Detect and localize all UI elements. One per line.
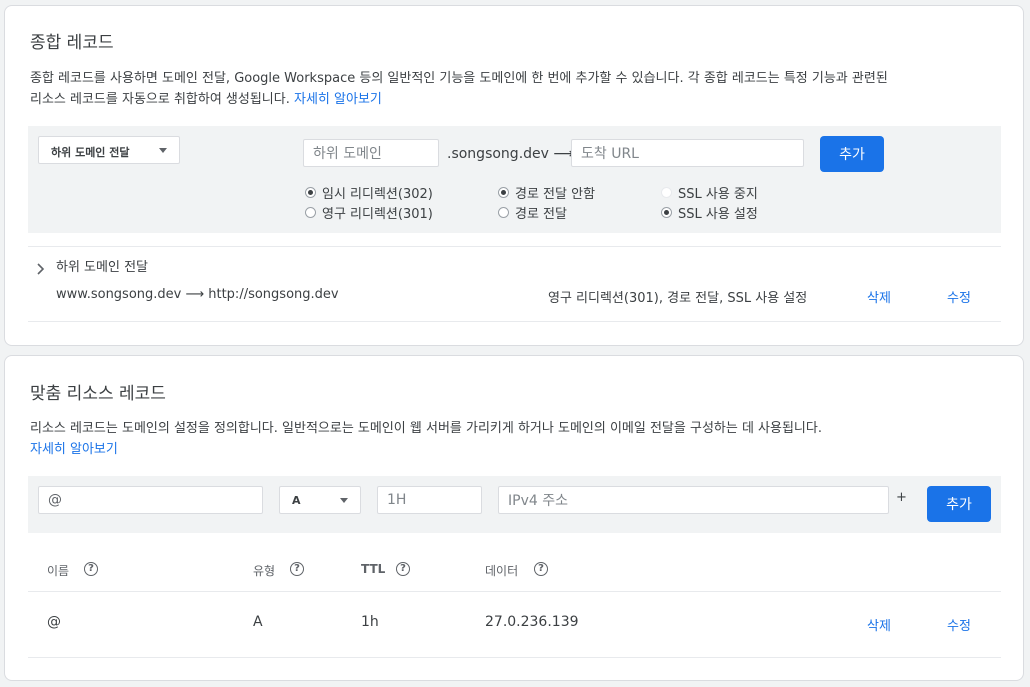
learn-more-link[interactable]: 자세히 알아보기 bbox=[294, 92, 382, 107]
record-name-input[interactable]: @ bbox=[38, 486, 263, 514]
help-icon[interactable]: ? bbox=[290, 562, 304, 576]
help-icon[interactable]: ? bbox=[396, 562, 410, 576]
radio-button[interactable] bbox=[661, 207, 672, 218]
column-header-ttl: TTL bbox=[361, 562, 386, 576]
delete-button[interactable]: 삭제 bbox=[867, 287, 891, 306]
learn-more-link[interactable]: 자세히 알아보기 bbox=[30, 442, 118, 457]
record-type-select-value: A bbox=[292, 494, 301, 507]
domain-suffix: .songsong.dev ⟶ bbox=[447, 146, 574, 162]
plus-icon[interactable]: + bbox=[896, 490, 907, 505]
record-type-select[interactable]: A bbox=[279, 486, 361, 514]
subdomain-input[interactable]: 하위 도메인 bbox=[303, 139, 439, 167]
edit-button[interactable]: 수정 bbox=[947, 287, 971, 306]
synthetic-records-description: 종합 레코드를 사용하면 도메인 전달, Google Workspace 등의… bbox=[30, 68, 1010, 110]
radio-temporary-redirect[interactable]: 임시 리디렉션(302) bbox=[305, 183, 433, 202]
synthetic-record-form: 하위 도메인 전달 하위 도메인 .songsong.dev ⟶ 도착 URL … bbox=[28, 126, 1001, 233]
radio-label: SSL 사용 중지 bbox=[678, 187, 758, 202]
data-input[interactable]: IPv4 주소 bbox=[498, 486, 889, 514]
divider bbox=[28, 657, 1001, 658]
radio-button[interactable] bbox=[498, 187, 509, 198]
radio-no-path-forward[interactable]: 경로 전달 안함 bbox=[498, 183, 595, 202]
synthetic-records-card: 종합 레코드 종합 레코드를 사용하면 도메인 전달, Google Works… bbox=[4, 5, 1024, 346]
destination-url-input[interactable]: 도착 URL bbox=[571, 139, 804, 167]
record-type-select[interactable]: 하위 도메인 전달 bbox=[38, 136, 180, 164]
radio-label: 영구 리디렉션(301) bbox=[322, 207, 433, 222]
cell-data: 27.0.236.139 bbox=[485, 614, 579, 630]
add-synthetic-record-button[interactable]: 추가 bbox=[820, 136, 884, 172]
description-line-2: 리소스 레코드를 자동으로 취합하여 생성됩니다. bbox=[30, 92, 290, 107]
radio-label: SSL 사용 설정 bbox=[678, 207, 758, 222]
custom-records-title: 맞춤 리소스 레코드 bbox=[30, 384, 166, 404]
custom-record-form: @ A 1H IPv4 주소 + 추가 bbox=[28, 476, 1001, 533]
add-custom-record-button[interactable]: 추가 bbox=[927, 486, 991, 522]
synthetic-records-title: 종합 레코드 bbox=[30, 33, 114, 53]
ttl-input[interactable]: 1H bbox=[377, 486, 482, 514]
radio-button[interactable] bbox=[305, 187, 316, 198]
divider bbox=[28, 246, 1001, 247]
column-header-name: 이름 bbox=[47, 564, 70, 578]
help-icon[interactable]: ? bbox=[534, 562, 548, 576]
radio-ssl-disabled[interactable]: SSL 사용 중지 bbox=[661, 183, 758, 202]
radio-button[interactable] bbox=[498, 207, 509, 218]
radio-label: 경로 전달 bbox=[515, 207, 567, 222]
column-header-data: 데이터 bbox=[485, 564, 519, 578]
chevron-right-icon[interactable] bbox=[36, 260, 46, 279]
record-mapping: www.songsong.dev ⟶ http://songsong.dev bbox=[56, 287, 339, 302]
radio-ssl-enabled[interactable]: SSL 사용 설정 bbox=[661, 203, 758, 222]
radio-label: 경로 전달 안함 bbox=[515, 187, 596, 202]
cell-name: @ bbox=[47, 614, 61, 630]
radio-button[interactable] bbox=[661, 187, 672, 198]
cell-ttl: 1h bbox=[361, 614, 379, 630]
edit-button[interactable]: 수정 bbox=[947, 615, 971, 634]
radio-button[interactable] bbox=[305, 207, 316, 218]
delete-button[interactable]: 삭제 bbox=[867, 615, 891, 634]
column-header-type: 유형 bbox=[253, 564, 276, 578]
description-line-1: 리소스 레코드는 도메인의 설정을 정의합니다. 일반적으로는 도메인이 웹 서… bbox=[30, 421, 822, 436]
help-icon[interactable]: ? bbox=[84, 562, 98, 576]
description-line-1: 종합 레코드를 사용하면 도메인 전달, Google Workspace 등의… bbox=[30, 71, 888, 86]
radio-label: 임시 리디렉션(302) bbox=[322, 187, 433, 202]
divider bbox=[28, 591, 1001, 592]
cell-type: A bbox=[253, 614, 263, 630]
record-type-select-value: 하위 도메인 전달 bbox=[51, 146, 130, 159]
custom-records-card: 맞춤 리소스 레코드 리소스 레코드는 도메인의 설정을 정의합니다. 일반적으… bbox=[4, 355, 1024, 681]
chevron-down-icon bbox=[159, 148, 167, 153]
record-details: 영구 리디렉션(301), 경로 전달, SSL 사용 설정 bbox=[548, 291, 808, 306]
radio-permanent-redirect[interactable]: 영구 리디렉션(301) bbox=[305, 203, 433, 222]
radio-path-forward[interactable]: 경로 전달 bbox=[498, 203, 567, 222]
custom-records-description: 리소스 레코드는 도메인의 설정을 정의합니다. 일반적으로는 도메인이 웹 서… bbox=[30, 418, 1010, 460]
record-group-title[interactable]: 하위 도메인 전달 bbox=[56, 256, 148, 275]
chevron-down-icon bbox=[340, 498, 348, 503]
divider bbox=[28, 321, 1001, 322]
